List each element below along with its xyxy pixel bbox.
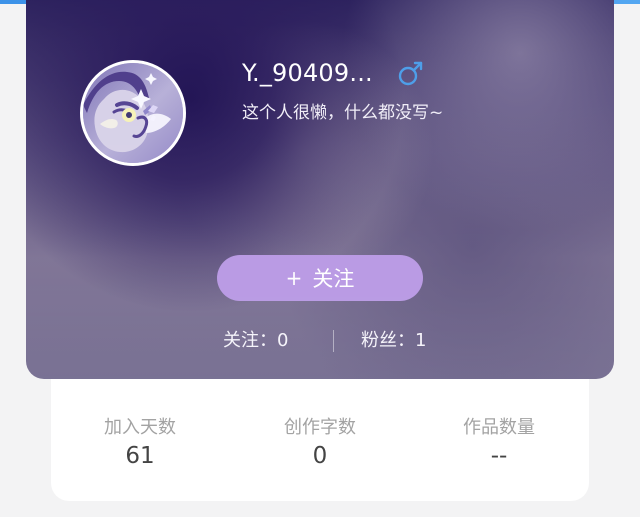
following-count[interactable]: 关注：0 [223, 330, 288, 352]
works-count-label: 作品数量 [463, 417, 535, 438]
follow-button-label: 关注 [312, 267, 355, 291]
word-count-value: 0 [312, 443, 328, 469]
works-count-value: -- [490, 443, 508, 469]
stats-divider [333, 330, 334, 352]
word-count-label: 创作字数 [284, 417, 356, 438]
male-icon [396, 58, 426, 88]
join-days-value: 61 [125, 443, 155, 469]
profile-username: Y._90409... [242, 59, 373, 87]
follow-button[interactable]: + 关注 [217, 255, 423, 301]
user-avatar[interactable] [80, 60, 186, 166]
join-days-label: 加入天数 [104, 417, 176, 438]
profile-header-card: Y._90409... 这个人很懒，什么都没写~ + 关注 关注：0 粉丝：1 [26, 0, 614, 379]
join-days-metric: 加入天数 61 [70, 416, 210, 470]
profile-stats-card: 加入天数 61 创作字数 0 作品数量 -- [51, 379, 589, 501]
word-count-metric: 创作字数 0 [250, 416, 390, 470]
works-count-metric: 作品数量 -- [429, 416, 569, 470]
fans-count[interactable]: 粉丝：1 [361, 330, 426, 352]
profile-bio: 这个人很懒，什么都没写~ [242, 103, 444, 123]
plus-icon: + [285, 265, 303, 290]
